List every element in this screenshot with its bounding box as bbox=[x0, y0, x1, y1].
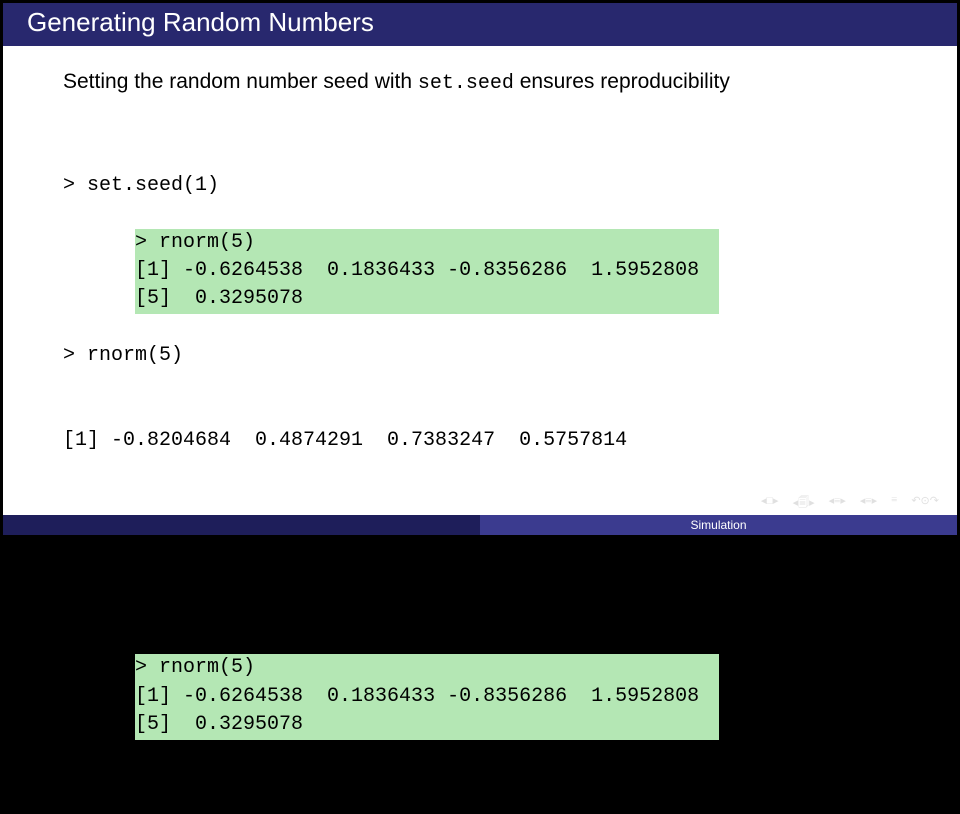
code-line: > set.seed(1) bbox=[63, 598, 897, 626]
footer-bar: Simulation bbox=[3, 515, 957, 535]
code-line: > set.seed(1) bbox=[63, 172, 897, 200]
nav-section-icon[interactable]: ◂≡▸ bbox=[860, 494, 877, 513]
code-line-highlight: [5] 0.3295078 bbox=[135, 711, 719, 739]
footer-title: Simulation bbox=[480, 515, 957, 535]
outro-text: Always set the random number seed when c… bbox=[63, 790, 897, 814]
code-line-highlight: [1] -0.6264538 0.1836433 -0.8356286 1.59… bbox=[135, 257, 719, 285]
nav-back-icon[interactable]: ↶⊙↷ bbox=[911, 494, 939, 513]
code-line-highlight: > rnorm(5) bbox=[135, 654, 719, 682]
nav-first-icon[interactable]: ◂□▸ bbox=[761, 494, 779, 513]
intro-code: set.seed bbox=[418, 72, 514, 95]
code-line-highlight: [5] 0.3295078 bbox=[135, 285, 719, 313]
footer-left bbox=[3, 515, 480, 535]
intro-post: ensures reproducibility bbox=[514, 70, 730, 93]
code-line-highlight: > rnorm(5) bbox=[135, 229, 719, 257]
nav-next-icon[interactable]: ◂≡▸ bbox=[829, 494, 846, 513]
slide-title: Generating Random Numbers bbox=[3, 3, 957, 46]
code-line-highlight: [1] -0.6264538 0.1836433 -0.8356286 1.59… bbox=[135, 683, 719, 711]
code-line: [1] -0.8204684 0.4874291 0.7383247 0.575… bbox=[63, 427, 897, 455]
code-block: > set.seed(1) > rnorm(5) [1] -0.6264538 … bbox=[63, 115, 897, 768]
nav-icons: ◂□▸ ◂🗐▸ ◂≡▸ ◂≡▸ ≡ ↶⊙↷ bbox=[761, 494, 939, 513]
nav-fullscreen-icon[interactable]: ≡ bbox=[891, 494, 897, 513]
slide: Generating Random Numbers Setting the ra… bbox=[3, 3, 957, 535]
intro-pre: Setting the random number seed with bbox=[63, 70, 418, 93]
slide-content: Setting the random number seed with set.… bbox=[3, 46, 957, 814]
code-line: > rnorm(5) bbox=[63, 342, 897, 370]
nav-prev-icon[interactable]: ◂🗐▸ bbox=[793, 494, 815, 513]
intro-text: Setting the random number seed with set.… bbox=[63, 70, 897, 95]
